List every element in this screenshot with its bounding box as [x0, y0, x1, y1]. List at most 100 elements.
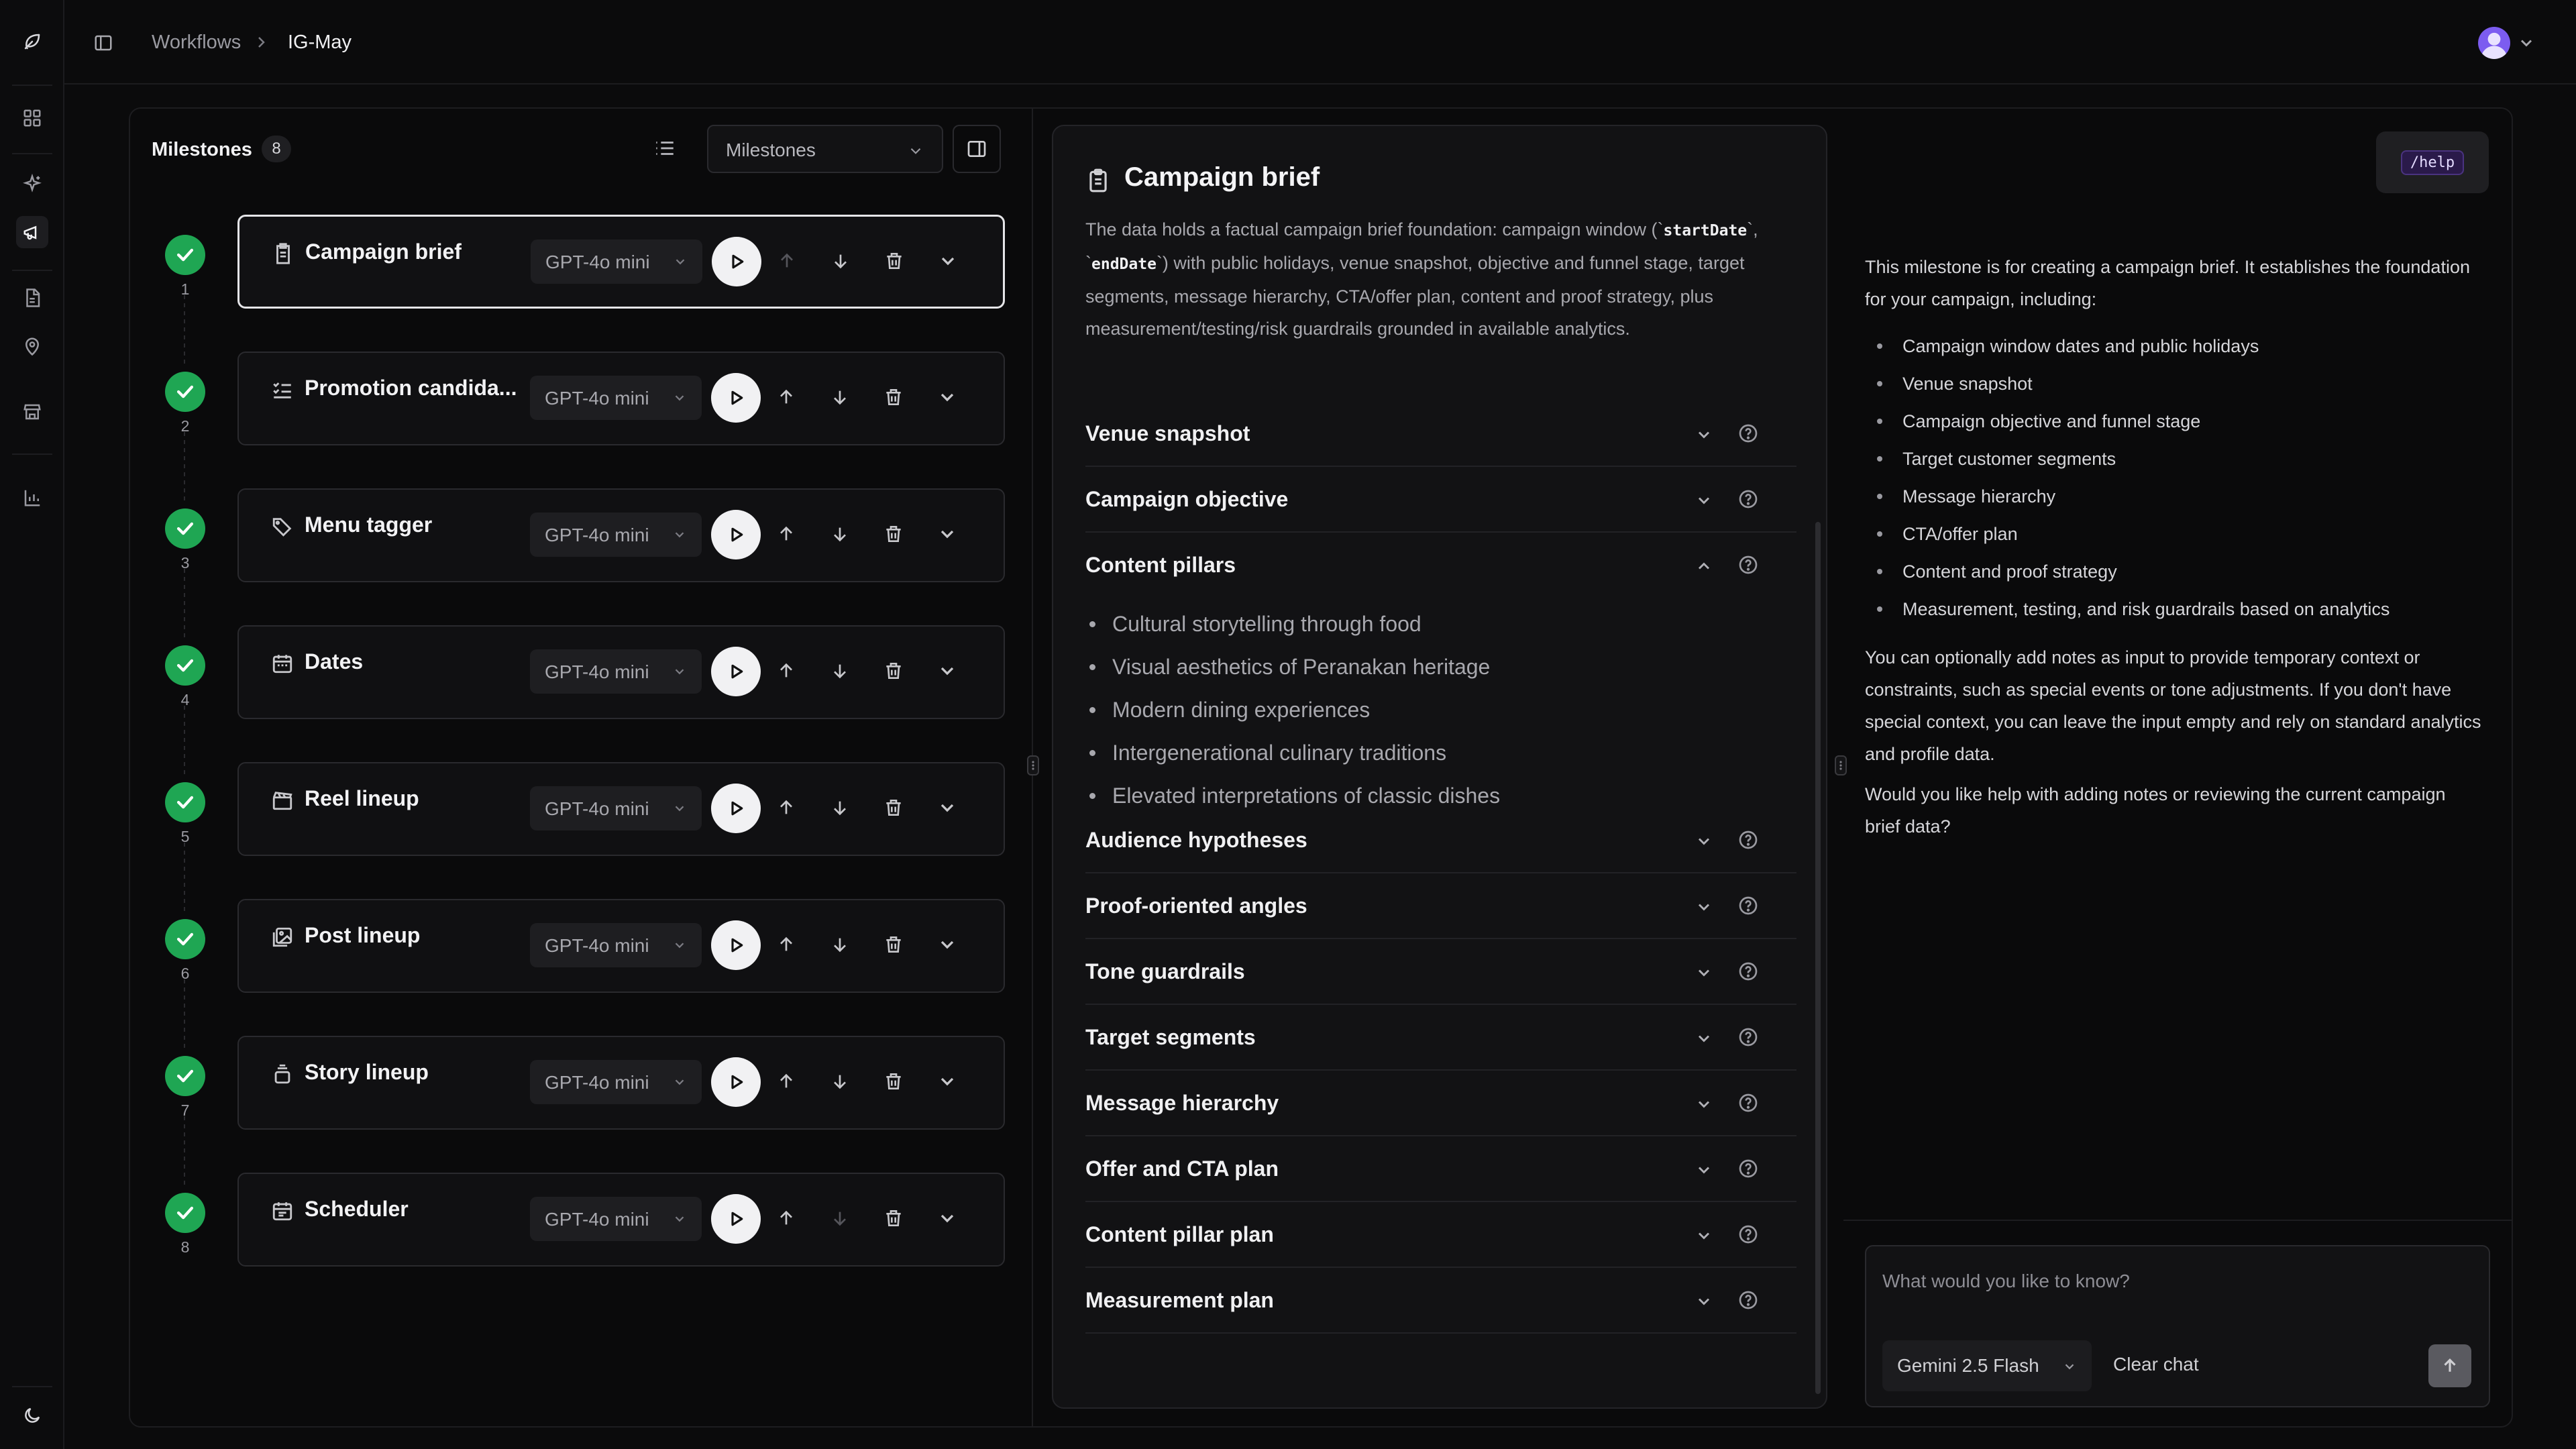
chevron-down-icon[interactable]	[1695, 898, 1713, 916]
run-button[interactable]	[712, 237, 761, 286]
brief-section[interactable]: Tone guardrails	[1085, 939, 1796, 1005]
help-circle-icon[interactable]	[1737, 488, 1759, 510]
brief-section[interactable]: Content pillar plan	[1085, 1202, 1796, 1268]
expand-chevron-icon[interactable]	[936, 523, 958, 545]
move-up-icon[interactable]	[775, 797, 797, 818]
breadcrumb-workflows[interactable]: Workflows	[152, 31, 241, 54]
brief-section[interactable]: Offer and CTA plan	[1085, 1136, 1796, 1202]
milestone-model-select[interactable]: GPT-4o mini	[531, 239, 702, 284]
chevron-down-icon[interactable]	[1695, 425, 1713, 444]
help-circle-icon[interactable]	[1737, 1026, 1759, 1048]
document-icon[interactable]	[16, 282, 48, 314]
sparkle-icon[interactable]	[16, 168, 48, 200]
brief-section[interactable]: Content pillars	[1085, 533, 1796, 598]
move-down-icon[interactable]	[829, 523, 851, 545]
resize-handle-left[interactable]	[1027, 755, 1039, 775]
milestone-card[interactable]: Story lineup GPT-4o mini	[237, 1036, 1005, 1130]
run-button[interactable]	[711, 510, 761, 559]
help-circle-icon[interactable]	[1737, 829, 1759, 851]
expand-chevron-icon[interactable]	[936, 1071, 958, 1092]
dashboard-icon[interactable]	[16, 102, 48, 134]
expand-chevron-icon[interactable]	[937, 250, 959, 272]
chat-input[interactable]	[1882, 1261, 2473, 1301]
milestone-model-select[interactable]: GPT-4o mini	[530, 1060, 702, 1104]
expand-chevron-icon[interactable]	[936, 1208, 958, 1229]
milestone-card[interactable]: Campaign brief GPT-4o mini	[237, 215, 1005, 309]
expand-chevron-icon[interactable]	[936, 386, 958, 408]
move-down-icon[interactable]	[829, 934, 851, 955]
trash-icon[interactable]	[883, 934, 904, 955]
brief-section[interactable]: Message hierarchy	[1085, 1071, 1796, 1136]
move-up-icon[interactable]	[775, 386, 797, 408]
help-circle-icon[interactable]	[1737, 1224, 1759, 1245]
map-pin-icon[interactable]	[16, 330, 48, 362]
milestone-model-select[interactable]: GPT-4o mini	[530, 376, 702, 420]
megaphone-icon[interactable]	[16, 216, 48, 248]
trash-icon[interactable]	[883, 386, 904, 408]
run-button[interactable]	[711, 647, 761, 696]
move-down-icon[interactable]	[829, 797, 851, 818]
chevron-down-icon[interactable]	[1695, 1095, 1713, 1114]
milestone-card[interactable]: Promotion candida... GPT-4o mini	[237, 352, 1005, 445]
move-up-icon[interactable]	[775, 523, 797, 545]
brief-section[interactable]: Measurement plan	[1085, 1268, 1796, 1334]
chat-model-select[interactable]: Gemini 2.5 Flash	[1882, 1340, 2092, 1391]
bar-chart-icon[interactable]	[16, 482, 48, 514]
milestone-model-select[interactable]: GPT-4o mini	[530, 786, 702, 830]
milestone-card[interactable]: Reel lineup GPT-4o mini	[237, 762, 1005, 856]
milestone-model-select[interactable]: GPT-4o mini	[530, 649, 702, 694]
move-up-icon[interactable]	[775, 1208, 797, 1229]
moon-icon[interactable]	[16, 1399, 48, 1432]
avatar[interactable]	[2478, 27, 2510, 59]
run-button[interactable]	[711, 920, 761, 970]
expand-chevron-icon[interactable]	[936, 660, 958, 682]
move-down-icon[interactable]	[830, 250, 851, 272]
chevron-down-icon[interactable]	[1695, 1029, 1713, 1048]
milestone-model-select[interactable]: GPT-4o mini	[530, 1197, 702, 1241]
expand-chevron-icon[interactable]	[936, 934, 958, 955]
chevron-down-icon[interactable]	[2517, 34, 2536, 52]
help-circle-icon[interactable]	[1737, 895, 1759, 916]
help-circle-icon[interactable]	[1737, 1092, 1759, 1114]
brief-section[interactable]: Audience hypotheses	[1085, 808, 1796, 873]
trash-icon[interactable]	[883, 660, 904, 682]
chevron-down-icon[interactable]	[1695, 1161, 1713, 1179]
move-down-icon[interactable]	[829, 1071, 851, 1092]
run-button[interactable]	[711, 784, 761, 833]
help-circle-icon[interactable]	[1737, 961, 1759, 982]
expand-chevron-icon[interactable]	[936, 797, 958, 818]
trash-icon[interactable]	[883, 250, 905, 272]
chevron-up-icon[interactable]	[1695, 557, 1713, 576]
trash-icon[interactable]	[883, 523, 904, 545]
send-button[interactable]	[2428, 1344, 2471, 1387]
milestone-model-select[interactable]: GPT-4o mini	[530, 513, 702, 557]
chevron-down-icon[interactable]	[1695, 963, 1713, 982]
brief-section[interactable]: Campaign objective	[1085, 467, 1796, 533]
chevron-down-icon[interactable]	[1695, 832, 1713, 851]
move-up-icon[interactable]	[775, 1071, 797, 1092]
help-circle-icon[interactable]	[1737, 1158, 1759, 1179]
brief-section[interactable]: Proof-oriented angles	[1085, 873, 1796, 939]
chevron-down-icon[interactable]	[1695, 1226, 1713, 1245]
milestones-view-select[interactable]: Milestones	[707, 125, 943, 173]
help-command-chip[interactable]: /help	[2376, 131, 2489, 193]
brief-section[interactable]: Venue snapshot	[1085, 401, 1796, 467]
run-button[interactable]	[711, 1057, 761, 1107]
milestone-card[interactable]: Scheduler GPT-4o mini	[237, 1173, 1005, 1267]
move-up-icon[interactable]	[775, 934, 797, 955]
move-down-icon[interactable]	[829, 1208, 851, 1229]
trash-icon[interactable]	[883, 797, 904, 818]
move-down-icon[interactable]	[829, 660, 851, 682]
move-up-icon[interactable]	[776, 250, 798, 272]
run-button[interactable]	[711, 1194, 761, 1244]
sidebar-toggle-icon[interactable]	[87, 27, 119, 59]
help-circle-icon[interactable]	[1737, 554, 1759, 576]
milestone-card[interactable]: Post lineup GPT-4o mini	[237, 899, 1005, 993]
chevron-down-icon[interactable]	[1695, 491, 1713, 510]
milestone-card[interactable]: Dates GPT-4o mini	[237, 625, 1005, 719]
clear-chat-button[interactable]: Clear chat	[2113, 1354, 2199, 1375]
milestone-card[interactable]: Menu tagger GPT-4o mini	[237, 488, 1005, 582]
help-circle-icon[interactable]	[1737, 423, 1759, 444]
scrollbar[interactable]	[1815, 522, 1821, 1394]
move-down-icon[interactable]	[829, 386, 851, 408]
